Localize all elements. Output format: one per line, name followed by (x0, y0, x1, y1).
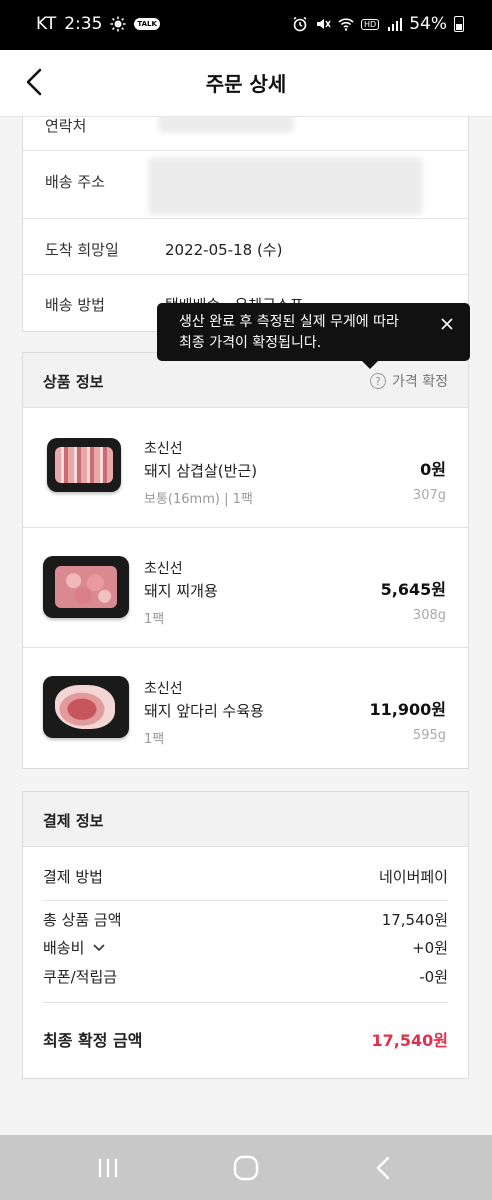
product-brand: 초신선 (144, 441, 183, 457)
product-item[interactable]: 초신선 돼지 삼겹살(반근) 보통(16mm) | 1팩 0원 307g (23, 408, 468, 528)
product-item[interactable]: 초신선 돼지 찌개용 1팩 5,645원 308g (23, 528, 468, 648)
product-weight: 595g (412, 728, 446, 743)
coupon-label: 쿠폰/적립금 (43, 968, 118, 986)
arrival-date-row: 도착 희망일 2022-05-18 (수) (23, 219, 468, 275)
pork-shoulder-image (55, 685, 115, 729)
contact-row: 연락처 (23, 117, 468, 151)
close-icon[interactable] (438, 315, 456, 333)
battery-percent: 54% (409, 14, 447, 34)
battery-icon (454, 16, 464, 32)
product-item[interactable]: 초신선 돼지 앞다리 수육용 1팩 11,900원 595g (23, 648, 468, 770)
address-row: 배송 주소 (23, 151, 468, 219)
shipping-fee-toggle[interactable]: 배송비 (43, 937, 106, 958)
product-brand: 초신선 (144, 561, 183, 577)
product-price: 11,900원 (369, 700, 446, 719)
address-label: 배송 주소 (45, 173, 105, 191)
product-brand: 초신선 (144, 681, 183, 697)
delivery-info-card: 연락처 배송 주소 도착 희망일 2022-05-18 (수) 배송 방법 택배… (22, 117, 469, 332)
payment-section-header: 결제 정보 (23, 792, 468, 847)
total-price-value: 17,540원 (381, 911, 448, 929)
back-nav-icon[interactable] (364, 1153, 404, 1183)
delivery-method-label: 배송 방법 (45, 296, 105, 314)
product-weight: 307g (412, 488, 446, 503)
status-bar: KT 2:35 TALK HD 54% (0, 0, 492, 50)
arrival-date-label: 도착 희망일 (45, 241, 119, 259)
product-name: 돼지 찌개용 (144, 582, 218, 600)
final-amount-label: 최종 확정 금액 (43, 1031, 143, 1050)
divider (43, 1002, 448, 1003)
product-thumbnail (47, 438, 121, 492)
tooltip-line-2: 최종 가격이 확정됩니다. (179, 335, 322, 351)
product-weight: 308g (412, 608, 446, 623)
price-confirm-label: 가격 확정 (392, 374, 448, 390)
page-title: 주문 상세 (205, 72, 287, 96)
price-tooltip: 생산 완료 후 측정된 실제 무게에 따라 최종 가격이 확정됩니다. (157, 303, 470, 369)
pork-belly-image (55, 447, 113, 483)
mute-icon (317, 19, 331, 29)
chevron-down-icon (93, 943, 105, 951)
clock: 2:35 (64, 14, 103, 34)
shipping-fee-value: +0원 (412, 939, 448, 957)
product-price: 0원 (420, 460, 446, 479)
question-icon: ? (370, 373, 387, 389)
product-section-title: 상품 정보 (43, 373, 104, 391)
kakaotalk-icon: TALK (134, 18, 160, 30)
product-info-card: 상품 정보 ? 가격 확정 초신선 돼지 삼겹살(반근) 보통(16mm) | … (22, 352, 469, 769)
signal-icon (388, 18, 403, 31)
home-icon[interactable] (226, 1153, 266, 1183)
carrier-label: KT (36, 14, 57, 34)
app-header: 주문 상세 (0, 50, 492, 117)
alarm-icon (293, 16, 307, 32)
arrival-date-value: 2022-05-18 (수) (165, 241, 283, 259)
payment-info-card: 결제 정보 결제 방법 네이버페이 총 상품 금액 17,540원 배송비 +0… (22, 791, 469, 1079)
shipping-fee-label: 배송비 (43, 939, 85, 957)
tooltip-line-1: 생산 완료 후 측정된 실제 무게에 따라 (179, 314, 399, 330)
product-option: 1팩 (144, 612, 165, 627)
address-value-redacted (148, 157, 423, 215)
system-navigation-bar (0, 1135, 492, 1200)
coupon-value: -0원 (419, 968, 448, 986)
final-amount-value: 17,540원 (371, 1031, 448, 1050)
product-name: 돼지 삼겹살(반근) (144, 462, 258, 480)
product-thumbnail (43, 676, 129, 738)
hd-voice-icon: HD (361, 18, 380, 30)
product-section-header: 상품 정보 ? 가격 확정 (23, 353, 468, 408)
contact-value-redacted (158, 117, 294, 133)
brightness-icon (110, 16, 126, 32)
payment-method-label: 결제 방법 (43, 868, 103, 886)
payment-section-title: 결제 정보 (43, 812, 104, 830)
product-thumbnail (43, 556, 129, 618)
product-option: 1팩 (144, 732, 165, 747)
payment-method-value: 네이버페이 (378, 868, 448, 886)
divider (43, 900, 448, 901)
recent-apps-icon[interactable] (88, 1153, 128, 1183)
product-price: 5,645원 (380, 580, 446, 599)
wifi-icon (338, 18, 354, 31)
pork-stew-cut-image (55, 566, 117, 608)
contact-label: 연락처 (45, 117, 87, 135)
price-confirm-link[interactable]: ? 가격 확정 (370, 371, 448, 391)
product-option: 보통(16mm) | 1팩 (144, 492, 253, 507)
product-name: 돼지 앞다리 수육용 (144, 702, 264, 720)
total-price-label: 총 상품 금액 (43, 911, 122, 929)
